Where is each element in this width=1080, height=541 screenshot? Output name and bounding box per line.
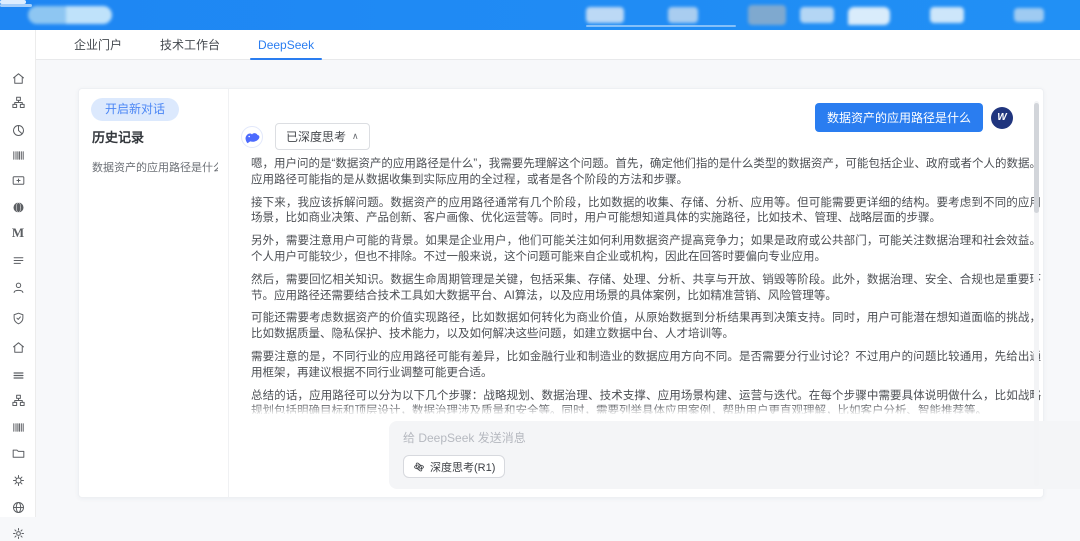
user-avatar: W — [991, 107, 1013, 129]
chat-main: 数据资产的应用路径是什么 W 已深度思考 ∧ 嗯，用户问的是“数据资产的应用路径… — [229, 89, 1043, 497]
nav-item-redacted[interactable] — [1014, 8, 1044, 22]
main-content: 开启新对话 历史记录 数据资产的应用路径是什么 数据资产的应用路径是什么 W 已… — [36, 60, 1080, 517]
assistant-row: 已深度思考 ∧ — [241, 123, 370, 150]
layers-icon[interactable] — [10, 367, 26, 383]
thinking-text: 嗯，用户问的是“数据资产的应用路径是什么”，我需要先理解这个问题。首先，确定他们… — [251, 157, 1041, 414]
thinking-paragraph: 需要注意的是，不同行业的应用路径可能有差异，比如金融行业和制造业的数据应用方向不… — [251, 350, 1041, 382]
app-logo — [28, 6, 112, 24]
thinking-paragraph: 嗯，用户问的是“数据资产的应用路径是什么”，我需要先理解这个问题。首先，确定他们… — [251, 157, 1041, 189]
tab-bar: 企业门户 技术工作台 DeepSeek — [36, 30, 1080, 60]
message-composer: 深度思考(R1) ↑ — [389, 421, 1080, 489]
tab-enterprise-portal[interactable]: 企业门户 — [70, 30, 126, 60]
sitemap-icon[interactable] — [10, 392, 26, 408]
nav-item-redacted[interactable] — [800, 7, 834, 23]
message-input[interactable] — [403, 431, 803, 445]
user-message-bubble: 数据资产的应用路径是什么 — [815, 103, 983, 132]
user-message-row: 数据资产的应用路径是什么 W — [815, 103, 1013, 132]
globe-icon[interactable] — [10, 499, 26, 515]
atom-icon — [413, 461, 425, 473]
nav-item-redacted[interactable] — [586, 7, 624, 23]
gear-icon[interactable] — [10, 525, 26, 541]
nav-item-redacted[interactable] — [748, 5, 786, 25]
folder-icon[interactable] — [10, 445, 26, 461]
deepseek-whale-icon — [241, 126, 263, 148]
history-item[interactable]: 数据资产的应用路径是什么 — [92, 159, 218, 175]
tab-deepseek[interactable]: DeepSeek — [254, 30, 318, 60]
thinking-paragraph: 接下来，我应该拆解问题。数据资产的应用路径通常有几个阶段，比如数据的收集、存储、… — [251, 196, 1041, 228]
org-chart-icon[interactable] — [10, 94, 26, 110]
deep-think-r1-button[interactable]: 深度思考(R1) — [403, 455, 505, 478]
left-icon-rail: M — [0, 30, 36, 517]
thinking-paragraph: 另外，需要注意用户可能的背景。如果是企业用户，他们可能关注如何利用数据资产提高竞… — [251, 234, 1041, 266]
scrollbar-thumb[interactable] — [1034, 103, 1039, 213]
thinking-paragraph: 然后，需要回忆相关知识。数据生命周期管理是关键，包括采集、存储、处理、分析、共享… — [251, 273, 1041, 305]
shield-icon[interactable] — [10, 310, 26, 326]
history-title: 历史记录 — [92, 127, 144, 146]
user-icon[interactable] — [10, 279, 26, 295]
globe-dark-icon[interactable] — [10, 199, 26, 215]
thinking-paragraph: 可能还需要考虑数据资产的价值实现路径，比如数据如何转化为商业价值，从原始数据到分… — [251, 311, 1041, 343]
chat-card: 开启新对话 历史记录 数据资产的应用路径是什么 数据资产的应用路径是什么 W 已… — [78, 88, 1044, 498]
deep-thought-label: 已深度思考 — [286, 128, 346, 145]
deep-thought-toggle[interactable]: 已深度思考 ∧ — [275, 123, 370, 150]
home-icon[interactable] — [10, 339, 26, 355]
badge-icon[interactable] — [10, 472, 26, 488]
chat-sidebar: 开启新对话 历史记录 数据资产的应用路径是什么 — [79, 89, 229, 497]
list-icon[interactable] — [10, 252, 26, 268]
topbar — [0, 0, 1080, 30]
pie-chart-icon[interactable] — [10, 122, 26, 138]
card-plus-icon[interactable] — [10, 172, 26, 188]
barcode-icon[interactable] — [10, 419, 26, 435]
chevron-up-icon: ∧ — [352, 131, 359, 142]
nav-item-redacted[interactable] — [668, 7, 698, 23]
home-icon[interactable] — [10, 70, 26, 86]
new-chat-button[interactable]: 开启新对话 — [91, 98, 179, 121]
tab-tech-workbench[interactable]: 技术工作台 — [156, 30, 224, 60]
nav-active-underline — [586, 25, 736, 27]
letter-m-icon[interactable]: M — [10, 225, 26, 241]
deep-think-label: 深度思考(R1) — [430, 459, 495, 475]
barcode-icon[interactable] — [10, 147, 26, 163]
message-bubble-redacted[interactable] — [848, 7, 890, 25]
thinking-paragraph: 总结的话，应用路径可以分为以下几个步骤：战略规划、数据治理、技术支撑、应用场景构… — [251, 389, 1041, 414]
topbar-menu-lines-icon[interactable] — [0, 4, 32, 7]
nav-item-redacted[interactable] — [930, 7, 964, 23]
